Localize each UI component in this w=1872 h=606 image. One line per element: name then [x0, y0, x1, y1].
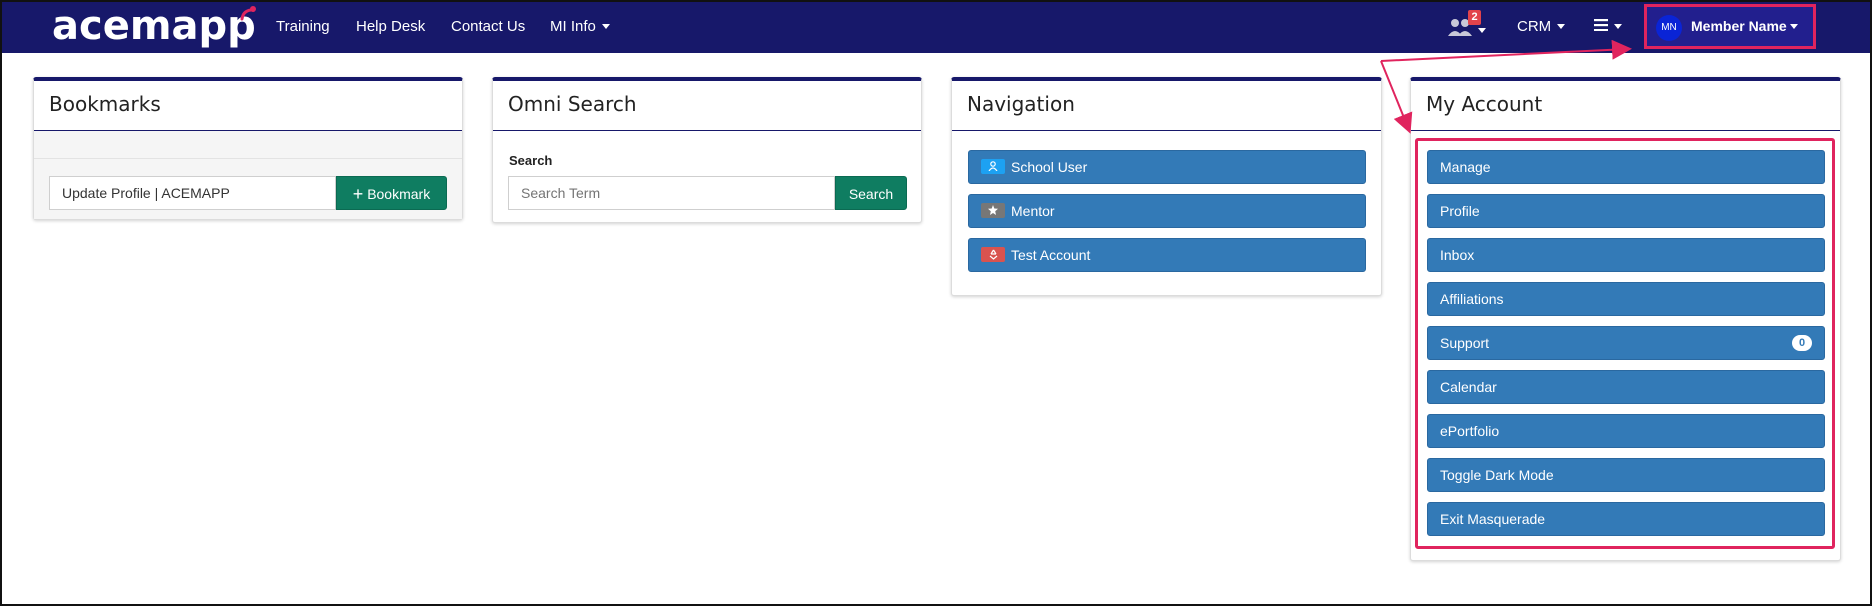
account-button-label: Exit Masquerade	[1440, 511, 1546, 527]
add-bookmark-label: Bookmark	[367, 186, 431, 202]
nav-link-label: Contact Us	[451, 18, 526, 35]
main-menu-dropdown[interactable]	[1594, 0, 1622, 53]
user-icon	[981, 158, 1005, 174]
account-button-label: Support	[1440, 335, 1490, 351]
navigation-panel: Navigation School User Mentor Test Accou…	[951, 77, 1382, 296]
nav-button-label: Test Account	[1011, 247, 1091, 263]
account-button-support[interactable]: Support 0	[1427, 326, 1825, 360]
member-name-wrap: Member Name	[1691, 7, 1798, 46]
account-button-calendar[interactable]: Calendar	[1427, 370, 1825, 404]
nav-button-label: Mentor	[1011, 203, 1055, 219]
logo[interactable]: acemapp	[52, 2, 256, 50]
caret-down-icon	[1614, 23, 1622, 29]
nav-button-mentor[interactable]: Mentor	[968, 194, 1366, 228]
notification-count-badge: 2	[1468, 10, 1481, 25]
account-button-toggle-dark-mode[interactable]: Toggle Dark Mode	[1427, 458, 1825, 492]
nav-button-label: School User	[1011, 159, 1088, 175]
account-button-exit-masquerade[interactable]: Exit Masquerade	[1427, 502, 1825, 536]
caret-down-icon	[1557, 23, 1566, 29]
bookmarks-title: Bookmarks	[34, 81, 462, 131]
nav-link-label: MI Info	[550, 18, 596, 35]
nav-link-label: Training	[276, 18, 330, 35]
account-button-eportfolio[interactable]: ePortfolio	[1427, 414, 1825, 448]
member-name: Member Name	[1691, 18, 1787, 34]
nav-link-help-desk[interactable]: Help Desk	[356, 0, 425, 53]
account-button-label: Calendar	[1440, 379, 1497, 395]
account-button-label: Manage	[1440, 159, 1491, 175]
caret-down-icon	[1478, 28, 1486, 33]
recycle-icon	[981, 246, 1005, 262]
account-button-manage[interactable]: Manage	[1427, 150, 1825, 184]
search-input[interactable]	[508, 176, 835, 210]
nav-link-training[interactable]: Training	[276, 0, 330, 53]
nav-link-contact-us[interactable]: Contact Us	[451, 0, 525, 53]
support-count-badge: 0	[1792, 335, 1812, 351]
top-navbar: acemapp Training Help Desk Contact Us MI…	[0, 0, 1872, 53]
nav-button-school-user[interactable]: School User	[968, 150, 1366, 184]
account-button-label: Affiliations	[1440, 291, 1504, 307]
account-button-label: Toggle Dark Mode	[1440, 467, 1554, 483]
nav-button-test-account[interactable]: Test Account	[968, 238, 1366, 272]
hamburger-icon	[1594, 19, 1608, 32]
search-button[interactable]: Search	[835, 176, 907, 210]
notifications-button[interactable]: 2	[1444, 10, 1490, 44]
caret-down-icon	[1789, 23, 1798, 29]
navigation-title: Navigation	[952, 81, 1381, 131]
account-button-label: Profile	[1440, 203, 1480, 219]
account-button-inbox[interactable]: Inbox	[1427, 238, 1825, 272]
nav-dropdown-crm[interactable]: CRM	[1517, 0, 1566, 53]
search-label: Search	[509, 153, 553, 168]
plus-icon: +	[352, 184, 364, 205]
logo-mark-icon	[240, 6, 256, 21]
bookmarks-strip	[34, 131, 462, 159]
avatar: MN	[1656, 15, 1682, 41]
my-account-panel: My Account Manage Profile Inbox Affiliat…	[1410, 77, 1841, 561]
nav-link-label: CRM	[1517, 18, 1552, 35]
nav-link-label: Help Desk	[356, 18, 426, 35]
add-bookmark-button[interactable]: + Bookmark	[336, 176, 447, 210]
omni-search-panel: Omni Search Search Search	[492, 77, 922, 223]
account-button-label: ePortfolio	[1440, 423, 1500, 439]
bookmark-name-input[interactable]	[49, 176, 336, 210]
omni-search-title: Omni Search	[493, 81, 921, 131]
nav-dropdown-mi-info[interactable]: MI Info	[550, 0, 610, 53]
account-button-affiliations[interactable]: Affiliations	[1427, 282, 1825, 316]
bookmarks-panel: Bookmarks + Bookmark	[33, 77, 463, 220]
my-account-title: My Account	[1411, 81, 1840, 131]
member-menu-button[interactable]: MN Member Name	[1644, 4, 1816, 49]
account-button-profile[interactable]: Profile	[1427, 194, 1825, 228]
mentor-icon	[981, 202, 1005, 218]
caret-down-icon	[601, 23, 610, 29]
account-button-label: Inbox	[1440, 247, 1475, 263]
